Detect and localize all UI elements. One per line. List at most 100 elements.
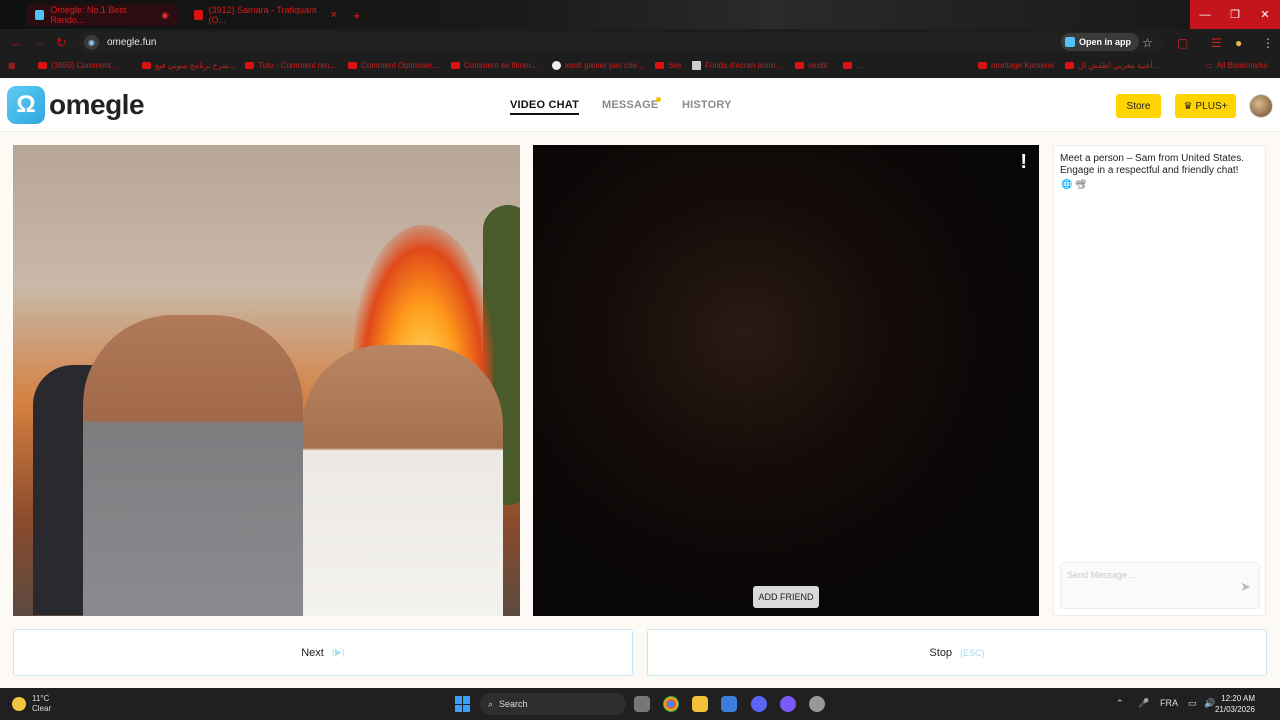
plus-label: PLUS+ (1195, 100, 1228, 112)
store-icon[interactable] (721, 696, 737, 712)
browser-tab-omegle[interactable]: Omegle: No.1 Best Rando... ◉ (27, 4, 177, 26)
open-in-app-button[interactable]: Open in app (1061, 33, 1140, 51)
chevron-up-icon[interactable]: ⌃ (1116, 698, 1124, 709)
start-icon[interactable] (455, 696, 471, 712)
omega-icon: Ω (7, 86, 45, 124)
send-icon[interactable]: ➤ (1240, 579, 1251, 595)
url-text[interactable]: omegle.fun (107, 37, 156, 48)
next-button[interactable]: Next (▶) (13, 629, 633, 676)
omegle-favicon (35, 10, 45, 20)
extension-icon[interactable]: ▢ (1177, 36, 1188, 50)
network-icon[interactable]: ▭ (1188, 698, 1197, 709)
back-icon[interactable]: ← (10, 35, 23, 50)
all-bookmarks[interactable]: ▭ All Bookmarks (1205, 61, 1268, 70)
bookmark-item[interactable]: montage Karsene (978, 61, 1054, 70)
bookmark-item[interactable]: xooti gamer pas che... (552, 61, 644, 70)
google-icon (552, 61, 561, 70)
bookmark-item[interactable]: Comment Optimiser... (348, 61, 438, 70)
bookmark-item[interactable]: Fonds d'écran anim... (692, 61, 782, 70)
volume-icon[interactable]: 🔊 (1204, 698, 1215, 709)
bookmark-item[interactable]: شرح برنامج سوني فيغ... (142, 61, 236, 70)
logo-text: omegle (49, 89, 145, 120)
site-info-icon[interactable]: ◉ (84, 35, 99, 50)
file-explorer-icon[interactable] (692, 696, 708, 712)
clock[interactable]: 12:20 AM 21/03/2026 (1215, 693, 1255, 715)
mic-icon[interactable]: 🎤 (1138, 698, 1149, 709)
folder-icon: ▭ (1205, 61, 1213, 70)
tab-title: Omegle: No.1 Best Rando... (50, 5, 127, 25)
close-window-button[interactable]: ✕ (1250, 0, 1280, 29)
crown-icon: ♛ (1183, 100, 1193, 112)
new-tab-button[interactable]: + (345, 4, 365, 26)
language-indicator[interactable]: FRA (1160, 698, 1178, 708)
omegle-logo[interactable]: Ω omegle (7, 86, 145, 124)
clock-date: 21/03/2026 (1214, 705, 1255, 714)
youtube-icon (795, 62, 804, 69)
message-input[interactable] (1061, 563, 1231, 587)
task-view-icon[interactable] (634, 696, 650, 712)
reload-icon[interactable]: ↻ (56, 35, 67, 51)
youtube-icon (655, 62, 664, 69)
weather-temp: 11°C (32, 694, 50, 703)
youtube-icon (1065, 62, 1074, 69)
recording-icon: ◉ (161, 9, 169, 20)
local-video (13, 145, 520, 616)
next-label: Next (301, 646, 324, 659)
taskbar: 11°C Clear ⌕ Search ⌃ 🎤 FRA ▭ 🔊 12:20 AM… (0, 688, 1280, 720)
weather-widget[interactable]: 11°C Clear (12, 694, 51, 714)
avatar[interactable] (1249, 94, 1273, 118)
bookmark-item[interactable]: أغنية مغربي اطفش ال... (1065, 61, 1159, 70)
nav-history[interactable]: HISTORY (682, 99, 732, 111)
chat-panel: Meet a person – Sam from United States. … (1053, 145, 1266, 616)
bookmark-item[interactable]: sexbt (795, 61, 827, 70)
moon-icon (12, 697, 26, 711)
person-right (303, 345, 503, 616)
chat-intro-text: Meet a person – Sam from United States. … (1060, 153, 1244, 176)
app-circle-icon[interactable] (780, 696, 796, 712)
maximize-button[interactable]: ❐ (1220, 0, 1250, 29)
store-button[interactable]: Store (1116, 94, 1161, 118)
apps-icon[interactable]: ▦ (8, 61, 16, 70)
add-friend-button[interactable]: ADD FRIEND (753, 586, 819, 608)
youtube-icon (843, 62, 852, 69)
forward-icon[interactable]: → (33, 35, 46, 50)
bookmark-item[interactable]: ... (843, 61, 863, 70)
notification-dot (656, 97, 661, 102)
plus-button[interactable]: ♛ PLUS+ (1175, 94, 1236, 118)
bookmark-star-icon[interactable]: ☆ (1142, 36, 1153, 50)
close-icon[interactable]: ✕ (330, 10, 338, 21)
omnibox[interactable]: ◉ omegle.fun (78, 32, 1163, 53)
bookmark-item[interactable]: Comment se filmer... (451, 61, 537, 70)
remote-video: ! ADD FRIEND (533, 145, 1039, 616)
minimize-button[interactable]: — (1190, 0, 1220, 29)
youtube-favicon (194, 10, 203, 20)
bookmark-item[interactable]: (3650) Comment... (38, 61, 118, 70)
message-input-box[interactable]: ➤ (1060, 562, 1260, 609)
nav-video-chat[interactable]: VIDEO CHAT (510, 99, 580, 115)
taskbar-search[interactable]: ⌕ Search (480, 693, 626, 715)
bookmark-item[interactable]: Tuto - Comment ren... (245, 61, 336, 70)
youtube-icon (348, 62, 357, 69)
tab-title: (3912) Samara - Trafiquant (O... (208, 5, 317, 25)
youtube-icon (451, 62, 460, 69)
person-left (83, 315, 303, 616)
search-icon: ⌕ (488, 698, 494, 709)
nav-message[interactable]: MESSAGE (602, 99, 658, 111)
weather-desc: Clear (32, 704, 52, 713)
menu-icon[interactable]: ☰ (1211, 36, 1222, 50)
youtube-icon (142, 62, 151, 69)
chrome-icon[interactable] (663, 696, 679, 712)
discord-icon[interactable] (751, 696, 767, 712)
site-header: Ω omegle VIDEO CHAT MESSAGE HISTORY Stor… (0, 80, 1280, 132)
profile-icon[interactable]: ● (1235, 36, 1242, 50)
report-icon[interactable]: ! (1020, 151, 1027, 174)
stop-button[interactable]: Stop (ESC) (647, 629, 1267, 676)
open-in-app-label: Open in app (1079, 37, 1132, 47)
youtube-icon (245, 62, 254, 69)
browser-tab-youtube[interactable]: (3912) Samara - Trafiquant (O... ✕ (186, 4, 346, 26)
bookmark-item[interactable]: Sex (655, 61, 682, 70)
obs-icon[interactable] (809, 696, 825, 712)
youtube-icon (978, 62, 987, 69)
globe-camera-icons: 🌐 📽 (1061, 179, 1087, 189)
more-icon[interactable]: ⋮ (1262, 36, 1274, 50)
